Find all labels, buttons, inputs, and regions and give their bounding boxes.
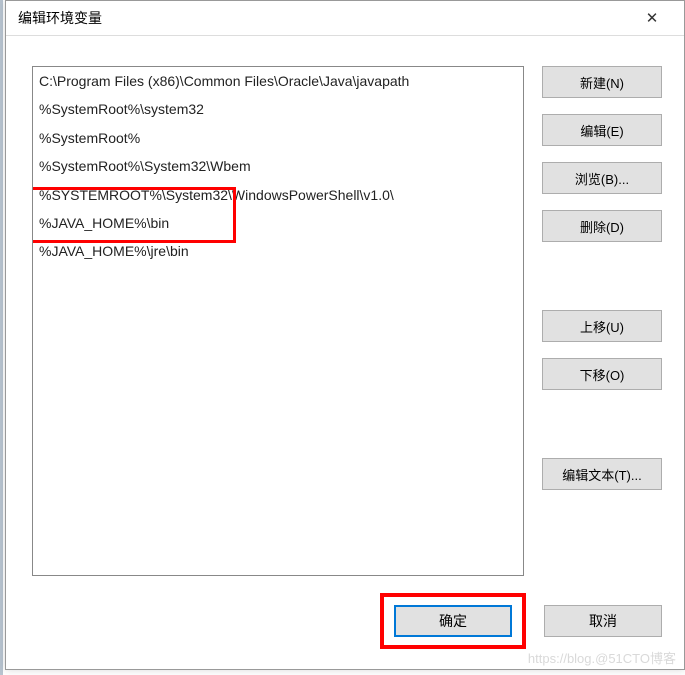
browse-button[interactable]: 浏览(B)... [542, 162, 662, 194]
close-button[interactable]: ✕ [632, 4, 672, 32]
button-column: 新建(N) 编辑(E) 浏览(B)... 删除(D) 上移(U) 下移(O) 编… [542, 66, 662, 576]
list-item[interactable]: %SystemRoot% [33, 124, 523, 152]
path-list[interactable]: C:\Program Files (x86)\Common Files\Orac… [32, 66, 524, 576]
dialog-content: C:\Program Files (x86)\Common Files\Orac… [6, 36, 684, 586]
dialog-footer: 确定 取消 [380, 593, 662, 649]
edit-text-button[interactable]: 编辑文本(T)... [542, 458, 662, 490]
edit-env-var-dialog: 编辑环境变量 ✕ C:\Program Files (x86)\Common F… [5, 0, 685, 670]
move-up-button[interactable]: 上移(U) [542, 310, 662, 342]
spacer [542, 406, 662, 442]
spacer [542, 258, 662, 294]
list-item[interactable]: %SystemRoot%\System32\Wbem [33, 152, 523, 180]
edit-button[interactable]: 编辑(E) [542, 114, 662, 146]
list-item[interactable]: %JAVA_HOME%\jre\bin [33, 237, 523, 265]
list-item[interactable]: %SYSTEMROOT%\System32\WindowsPowerShell\… [33, 181, 523, 209]
list-item[interactable]: %SystemRoot%\system32 [33, 95, 523, 123]
window-title: 编辑环境变量 [18, 8, 102, 28]
delete-button[interactable]: 删除(D) [542, 210, 662, 242]
list-item[interactable]: %JAVA_HOME%\bin [33, 209, 523, 237]
watermark: https://blog.@51CTO博客 [528, 648, 676, 667]
list-item[interactable]: C:\Program Files (x86)\Common Files\Orac… [33, 67, 523, 95]
titlebar: 编辑环境变量 ✕ [6, 1, 684, 36]
new-button[interactable]: 新建(N) [542, 66, 662, 98]
cancel-button[interactable]: 取消 [544, 605, 662, 637]
annotation-highlight-ok: 确定 [380, 593, 526, 649]
ok-button[interactable]: 确定 [394, 605, 512, 637]
move-down-button[interactable]: 下移(O) [542, 358, 662, 390]
